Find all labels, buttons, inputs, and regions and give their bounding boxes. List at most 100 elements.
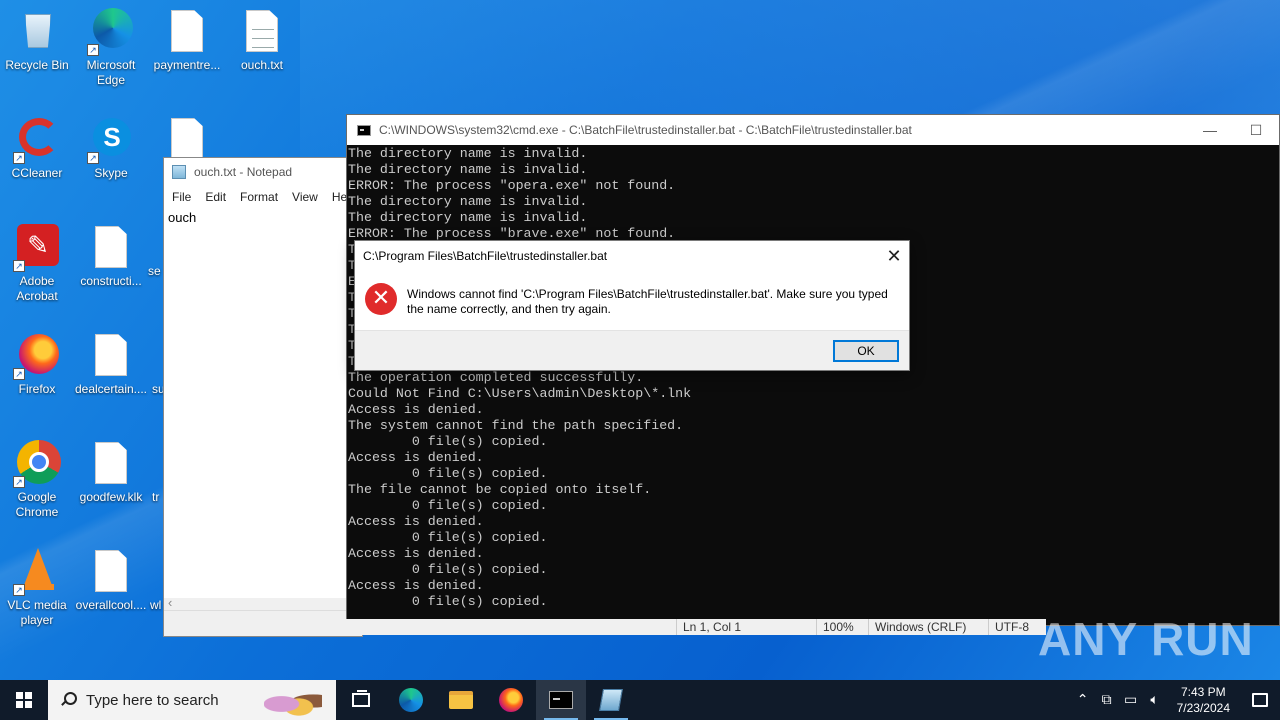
- file-icon: [87, 440, 135, 488]
- desktop-icon-paymentre[interactable]: paymentre...: [150, 8, 224, 73]
- vlc-icon: ↗: [13, 548, 61, 596]
- firefox-icon: ↗: [13, 332, 61, 380]
- desktop-icon-overallcool[interactable]: overallcool....: [74, 548, 148, 613]
- notepad-status-segments: Ln 1, Col 1 100% Windows (CRLF) UTF-8: [346, 619, 1046, 635]
- recycle-bin-icon: [13, 8, 61, 56]
- menu-view[interactable]: View: [292, 190, 318, 204]
- skype-icon: S ↗: [87, 116, 135, 164]
- cmd-line: The directory name is invalid.: [348, 162, 588, 177]
- maximize-button[interactable]: ☐: [1233, 115, 1279, 145]
- cmd-line: The file cannot be copied onto itself.: [348, 482, 652, 497]
- icon-label: VLC media player: [7, 598, 67, 627]
- ok-button[interactable]: OK: [833, 340, 899, 362]
- edge-icon: ↗: [87, 8, 135, 56]
- notepad-icon: [599, 689, 623, 711]
- cmd-line: The directory name is invalid.: [348, 146, 588, 161]
- desktop-icon-acrobat[interactable]: ✎ ↗ Adobe Acrobat: [0, 224, 74, 304]
- taskbar-file-explorer[interactable]: [436, 680, 486, 720]
- desktop-icon-ccleaner[interactable]: ↗ CCleaner: [0, 116, 74, 181]
- desktop-icon-firefox[interactable]: ↗ Firefox: [0, 332, 74, 397]
- error-dialog[interactable]: C:\Program Files\BatchFile\trustedinstal…: [354, 240, 910, 371]
- text-file-icon: [238, 8, 286, 56]
- desktop-icon-skype[interactable]: S ↗ Skype: [74, 116, 148, 181]
- menu-edit[interactable]: Edit: [205, 190, 226, 204]
- taskbar-firefox[interactable]: [486, 680, 536, 720]
- task-view-icon: [352, 690, 370, 707]
- shortcut-arrow-icon: ↗: [13, 476, 25, 488]
- minimize-button[interactable]: —: [1187, 115, 1233, 145]
- firefox-icon: [499, 688, 523, 712]
- chrome-icon: ↗: [13, 440, 61, 488]
- easter-eggs-icon: [264, 686, 322, 716]
- cmd-line: The directory name is invalid.: [348, 210, 588, 225]
- meet-now-icon[interactable]: ⧉: [1095, 692, 1119, 708]
- cmd-line: The system cannot find the path specifie…: [348, 418, 684, 433]
- taskbar-search-box[interactable]: Type here to search: [48, 680, 336, 720]
- clock[interactable]: 7:43 PM 7/23/2024: [1167, 684, 1240, 716]
- shortcut-arrow-icon: ↗: [13, 584, 25, 596]
- file-icon: [87, 224, 135, 272]
- cmd-line: The operation completed successfully.: [348, 370, 644, 385]
- taskbar: Type here to search ⌃ ⧉ ▭ 🔈︎ 7:43 PM 7/2…: [0, 680, 1280, 720]
- acrobat-icon: ✎ ↗: [13, 224, 61, 272]
- taskbar-edge[interactable]: [386, 680, 436, 720]
- notepad-title: ouch.txt - Notepad: [194, 165, 293, 179]
- chevron-up-icon[interactable]: ⌃: [1071, 692, 1095, 708]
- volume-icon[interactable]: 🔈︎: [1143, 692, 1167, 708]
- menu-format[interactable]: Format: [240, 190, 278, 204]
- desktop-icon-recycle-bin[interactable]: Recycle Bin: [0, 8, 74, 73]
- status-position: Ln 1, Col 1: [676, 619, 741, 635]
- taskbar-cmd[interactable]: [536, 680, 586, 720]
- dialog-title-bar[interactable]: C:\Program Files\BatchFile\trustedinstal…: [355, 241, 909, 271]
- taskbar-notepad[interactable]: [586, 680, 636, 720]
- cmd-output[interactable]: The directory name is invalid. The direct…: [347, 145, 1279, 610]
- notepad-text-area[interactable]: ouch: [164, 208, 362, 227]
- network-icon[interactable]: ▭: [1119, 692, 1143, 708]
- windows-logo-icon: [16, 692, 32, 708]
- error-icon: ✕: [365, 283, 397, 315]
- desktop-icon-goodfew[interactable]: goodfew.klk: [74, 440, 148, 505]
- notepad-horizontal-scrollbar[interactable]: [164, 595, 362, 610]
- notepad-title-bar[interactable]: ouch.txt - Notepad: [164, 158, 362, 186]
- search-icon: [60, 692, 77, 708]
- notepad-window[interactable]: ouch.txt - Notepad File Edit Format View…: [163, 157, 363, 637]
- cmd-line: 0 file(s) copied.: [348, 562, 548, 577]
- cmd-title-bar[interactable]: C:\WINDOWS\system32\cmd.exe - C:\BatchFi…: [347, 115, 1279, 145]
- cmd-line: 0 file(s) copied.: [348, 530, 548, 545]
- cmd-line: Access is denied.: [348, 450, 484, 465]
- icon-label: paymentre...: [153, 58, 221, 72]
- shortcut-arrow-icon: ↗: [87, 44, 99, 56]
- shortcut-arrow-icon: ↗: [13, 260, 25, 272]
- file-icon: [87, 332, 135, 380]
- status-zoom: 100%: [816, 619, 854, 635]
- ccleaner-icon: ↗: [13, 116, 61, 164]
- desktop-icon-constructi[interactable]: constructi...: [74, 224, 148, 289]
- desktop-icon-vlc[interactable]: ↗ VLC media player: [0, 548, 74, 628]
- icon-label: dealcertain....: [74, 382, 148, 396]
- notification-button[interactable]: [1240, 680, 1280, 720]
- close-icon[interactable]: ✕: [879, 241, 909, 271]
- cmd-line: Access is denied.: [348, 402, 484, 417]
- menu-file[interactable]: File: [172, 190, 191, 204]
- clock-date: 7/23/2024: [1176, 701, 1230, 715]
- start-button[interactable]: [0, 680, 48, 720]
- cmd-icon: [357, 124, 371, 136]
- icon-label: Adobe Acrobat: [16, 274, 58, 303]
- dialog-footer: OK: [355, 330, 909, 370]
- icon-label: Microsoft Edge: [86, 58, 136, 87]
- notepad-status-bar: [164, 610, 362, 636]
- task-view-button[interactable]: [336, 680, 386, 720]
- cmd-line: ERROR: The process "opera.exe" not found…: [348, 178, 676, 193]
- status-encoding: UTF-8: [988, 619, 1029, 635]
- icon-label: Firefox: [18, 382, 56, 396]
- icon-label: overallcool....: [75, 598, 147, 612]
- icon-label: Google Chrome: [15, 490, 59, 519]
- desktop-icon-dealcertain[interactable]: dealcertain....: [74, 332, 148, 397]
- desktop-icon-chrome[interactable]: ↗ Google Chrome: [0, 440, 74, 520]
- search-placeholder: Type here to search: [86, 691, 219, 709]
- desktop-icon-edge[interactable]: ↗ Microsoft Edge: [74, 8, 148, 88]
- clock-time: 7:43 PM: [1180, 685, 1226, 699]
- desktop-icon-ouch-txt[interactable]: ouch.txt: [225, 8, 299, 73]
- cmd-line: 0 file(s) copied.: [348, 466, 548, 481]
- shortcut-arrow-icon: ↗: [13, 368, 25, 380]
